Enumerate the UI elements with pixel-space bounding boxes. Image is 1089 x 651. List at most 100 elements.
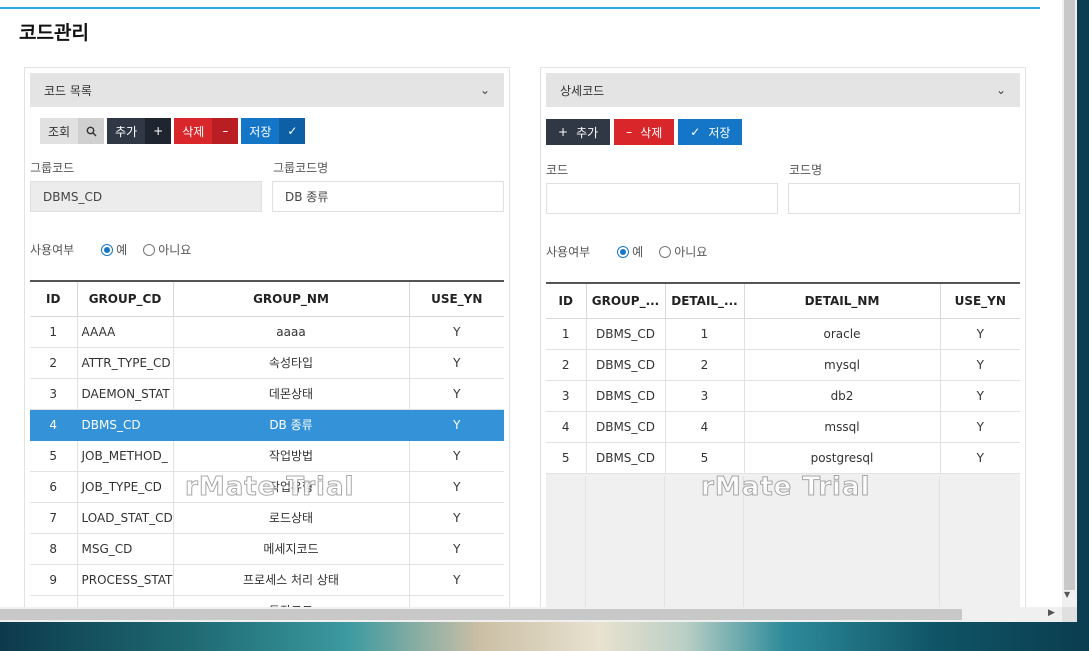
table-cell: 로드상태 (173, 502, 410, 534)
column-header[interactable]: ID (546, 284, 587, 319)
detail-code-title: 상세코드 (560, 83, 605, 98)
code-name-field[interactable] (788, 183, 1020, 214)
add-group-button[interactable]: 추가 + (107, 118, 172, 144)
code-list-header[interactable]: 코드 목록 ⌄ (30, 73, 504, 107)
column-header[interactable]: GROUP_CD (77, 282, 174, 317)
table-cell: 데몬상태 (173, 378, 410, 410)
table-row[interactable]: 1 DBMS_CD 1 oracle Y (546, 318, 1020, 350)
use-yes-label: 예 (632, 245, 644, 259)
table-cell: DBMS_CD (586, 380, 666, 412)
trial-watermark: rMate Trial (184, 472, 355, 503)
table-row[interactable]: 3 DAEMON_STAT 데몬상태 Y (30, 378, 504, 410)
use-no-radio[interactable] (659, 245, 672, 258)
use-yes-label: 예 (116, 243, 128, 257)
column-header[interactable]: GROUP_NM (173, 282, 410, 317)
minus-icon: – (626, 125, 633, 139)
table-row[interactable]: 동작코드 (30, 595, 504, 607)
table-cell: 동작코드 (173, 595, 410, 607)
delete-button-label: 삭제 (182, 124, 205, 139)
column-header[interactable]: DETAIL_... (665, 284, 745, 319)
check-icon: ✓ (690, 125, 701, 139)
column-header[interactable]: DETAIL_NM (744, 284, 941, 319)
table-row[interactable]: 9 PROCESS_STAT 프로세스 처리 상태 Y (30, 564, 504, 596)
table-cell: DAEMON_STAT (77, 378, 174, 410)
horizontal-scroll-thumb[interactable] (0, 609, 962, 620)
plus-icon: + (558, 125, 569, 139)
table-row[interactable]: 2 DBMS_CD 2 mysql Y (546, 349, 1020, 381)
table-cell: DB 종류 (173, 409, 410, 441)
table-cell: Y (940, 349, 1020, 381)
scrollbar-corner (1062, 607, 1077, 622)
column-header[interactable]: GROUP_... (586, 284, 666, 319)
delete-detail-button[interactable]: – 삭제 (614, 119, 675, 145)
group-code-grid: ID GROUP_CD GROUP_NM USE_YN 1 AAAA aaaa Y 2 ATTR… (30, 280, 504, 607)
app-window: 코드관리 코드 목록 ⌄ 조회 추가 + 삭제 – 저장 ✓ 그룹코드 DBMS… (0, 0, 1062, 607)
group-code-field[interactable]: DBMS_CD (30, 181, 262, 212)
table-cell: Y (940, 318, 1020, 350)
save-detail-button[interactable]: ✓ 저장 (678, 119, 743, 145)
table-row[interactable]: 5 DBMS_CD 5 postgresql Y (546, 442, 1020, 474)
table-row[interactable]: 7 LOAD_STAT_CD 로드상태 Y (30, 502, 504, 534)
table-cell: db2 (744, 380, 941, 412)
save-detail-label: 저장 (708, 125, 731, 140)
add-detail-button[interactable]: + 추가 (546, 119, 611, 145)
detail-code-header[interactable]: 상세코드 ⌄ (546, 73, 1020, 107)
table-row[interactable]: 3 DBMS_CD 3 db2 Y (546, 380, 1020, 412)
table-cell: Y (409, 471, 504, 503)
table-cell: 9 (30, 564, 78, 596)
table-cell: 2 (546, 349, 587, 381)
detail-toolbar: + 추가 – 삭제 ✓ 저장 (546, 119, 743, 145)
group-code-label: 그룹코드 (30, 161, 75, 175)
save-group-button[interactable]: 저장 ✓ (241, 118, 306, 144)
scroll-right-arrow-icon[interactable]: ▶ (1048, 608, 1055, 618)
table-row[interactable]: 2 ATTR_TYPE_CD 속성타입 Y (30, 347, 504, 379)
chevron-down-icon[interactable]: ⌄ (996, 83, 1006, 97)
table-cell: 1 (665, 318, 745, 350)
search-button-label: 조회 (48, 124, 71, 139)
group-name-field[interactable]: DB 종류 (272, 181, 504, 212)
add-button-label: 추가 (115, 124, 138, 139)
use-yn-row: 사용여부 예 아니요 (30, 241, 191, 258)
page-title: 코드관리 (19, 22, 89, 44)
table-cell: JOB_METHOD_ (77, 440, 174, 472)
table-cell: 메세지코드 (173, 533, 410, 565)
use-yes-radio[interactable] (617, 245, 630, 258)
use-no-radio[interactable] (143, 243, 156, 256)
grid-header-row: ID GROUP_CD GROUP_NM USE_YN (30, 282, 504, 317)
table-cell: Y (940, 442, 1020, 474)
table-row[interactable]: 5 JOB_METHOD_ 작업방법 Y (30, 440, 504, 472)
use-no-label: 아니요 (674, 245, 708, 259)
table-cell (77, 595, 174, 607)
group-name-label: 그룹코드명 (273, 161, 329, 175)
table-cell: DBMS_CD (586, 349, 666, 381)
table-row[interactable]: 4 DBMS_CD DB 종류 Y (30, 409, 504, 441)
detail-code-table: ID GROUP_... DETAIL_... DETAIL_NM USE_YN 1 DB… (546, 284, 1020, 474)
table-cell: 5 (546, 442, 587, 474)
table-row[interactable]: 4 DBMS_CD 4 mssql Y (546, 411, 1020, 443)
column-header[interactable]: ID (30, 282, 78, 317)
vertical-scroll-thumb[interactable] (1064, 0, 1075, 590)
delete-group-button[interactable]: 삭제 – (174, 118, 239, 144)
search-button[interactable]: 조회 (40, 118, 105, 144)
table-cell: Y (409, 316, 504, 348)
table-cell: 6 (30, 471, 78, 503)
scroll-down-arrow-icon[interactable]: ▼ (1064, 590, 1070, 599)
column-header[interactable]: USE_YN (940, 284, 1020, 319)
table-row[interactable]: 1 AAAA aaaa Y (30, 316, 504, 348)
chevron-down-icon[interactable]: ⌄ (480, 83, 490, 97)
table-cell: DBMS_CD (586, 318, 666, 350)
use-yes-radio[interactable] (101, 243, 114, 256)
code-field[interactable] (546, 183, 778, 214)
table-cell: Y (940, 411, 1020, 443)
add-detail-label: 추가 (576, 125, 599, 140)
column-header[interactable]: USE_YN (409, 282, 504, 317)
search-icon (78, 118, 105, 144)
table-cell: Y (409, 409, 504, 441)
table-cell: DBMS_CD (77, 409, 174, 441)
table-cell: DBMS_CD (586, 411, 666, 443)
table-cell: PROCESS_STAT (77, 564, 174, 596)
detail-code-panel: 상세코드 ⌄ + 추가 – 삭제 ✓ 저장 코드 코드명 사용여부 예 아니요 … (540, 67, 1026, 607)
table-cell: 8 (30, 533, 78, 565)
table-row[interactable]: 8 MSG_CD 메세지코드 Y (30, 533, 504, 565)
group-code-table: ID GROUP_CD GROUP_NM USE_YN 1 AAAA aaaa Y 2 ATTR… (30, 282, 504, 607)
